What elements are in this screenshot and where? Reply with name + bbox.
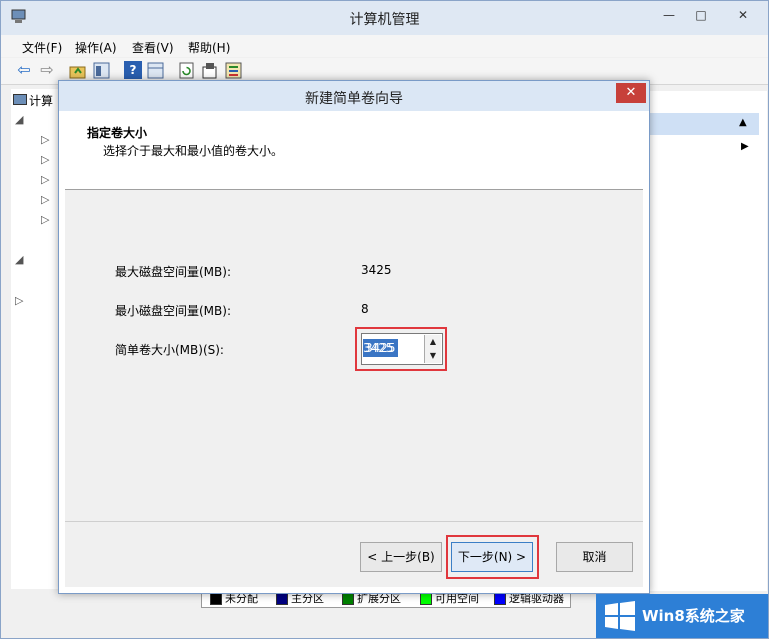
collapsed-arrow-icon[interactable]: ▷ [41,133,49,149]
menu-help[interactable]: 帮助(H) [188,39,230,56]
min-size-value: 8 [361,302,369,316]
minimize-button[interactable]: — [656,5,682,25]
folder-up-icon[interactable] [69,62,87,80]
menu-action[interactable]: 操作(A) [75,39,117,56]
watermark: Win8系统之家 [596,594,768,638]
close-button[interactable]: ✕ [723,5,763,25]
expand-arrow-icon[interactable]: ◢ [15,253,23,269]
wizard-title-bar: 新建简单卷向导 ✕ [59,81,649,111]
collapse-up-icon[interactable]: ▲ [739,117,747,128]
collapsed-arrow-icon[interactable]: ▷ [41,213,49,229]
spin-up-icon[interactable]: ▲ [424,335,441,349]
collapsed-arrow-icon[interactable]: ▷ [41,173,49,189]
tree-root-label: 计算 [29,94,54,108]
collapsed-arrow-icon[interactable]: ▷ [41,193,49,209]
tree-root-item[interactable]: 计算 [13,92,53,108]
collapsed-arrow-icon[interactable]: ▷ [41,153,49,169]
properties-icon[interactable] [201,62,219,80]
spin-down-icon[interactable]: ▼ [424,349,441,363]
export-list-icon[interactable] [225,62,243,80]
menu-view[interactable]: 查看(V) [132,39,174,56]
wizard-close-button[interactable]: ✕ [616,83,646,103]
cancel-button[interactable]: 取消 [556,542,633,572]
more-actions-arrow-icon[interactable]: ▶ [741,141,749,152]
wizard-header: 指定卷大小 选择介于最大和最小值的卷大小。 [65,111,643,190]
legend-swatch [276,593,288,605]
actions-pane: ▲ ▶ [649,91,767,591]
legend-swatch [342,593,354,605]
volume-size-label: 简单卷大小(MB)(S): [115,343,224,357]
window-title: 计算机管理 [349,12,420,28]
volume-size-stepper[interactable]: 3425 ▲ ▼ [361,333,443,365]
max-size-value: 3425 [361,263,392,277]
watermark-text: Win8系统之家 [642,607,745,625]
maximize-button[interactable]: □ [688,5,714,25]
forward-arrow-icon[interactable]: ⇨ [38,61,56,79]
wizard-title: 新建简单卷向导 [305,91,403,107]
help-icon[interactable]: ? [124,61,142,79]
step-subtitle: 选择介于最大和最小值的卷大小。 [103,144,284,158]
back-button[interactable]: < 上一步(B) [360,542,442,572]
expand-arrow-icon[interactable]: ◢ [15,113,23,129]
title-bar: 计算机管理 — □ ✕ [1,1,768,35]
wizard-body: 指定卷大小 选择介于最大和最小值的卷大小。 最大磁盘空间量(MB): 3425 … [65,111,643,587]
max-size-label: 最大磁盘空间量(MB): [115,265,231,279]
menu-bar: 文件(F) 操作(A) 查看(V) 帮助(H) [1,35,768,57]
legend-swatch [494,593,506,605]
min-size-label: 最小磁盘空间量(MB): [115,304,231,318]
console-tree-icon[interactable] [93,62,111,80]
console-tree-pane: 计算 ◢ ▷ ▷ ▷ ▷ ▷ ◢ ▷ [11,89,61,589]
volume-size-input[interactable] [363,338,413,358]
menu-file[interactable]: 文件(F) [22,39,62,56]
back-arrow-icon[interactable]: ⇦ [15,61,33,79]
computer-icon [13,94,27,105]
next-button[interactable]: 下一步(N) > [451,542,533,572]
windows-logo-icon [605,601,635,631]
legend-swatch [420,593,432,605]
new-simple-volume-wizard: 新建简单卷向导 ✕ 指定卷大小 选择介于最大和最小值的卷大小。 最大磁盘空间量(… [58,80,650,594]
actions-header[interactable]: ▲ [649,113,759,135]
view-pane-icon[interactable] [147,62,165,80]
step-title: 指定卷大小 [87,126,148,140]
footer-separator [65,521,643,522]
collapsed-arrow-icon[interactable]: ▷ [15,294,23,310]
legend-swatch [210,593,222,605]
refresh-icon[interactable] [178,62,196,80]
